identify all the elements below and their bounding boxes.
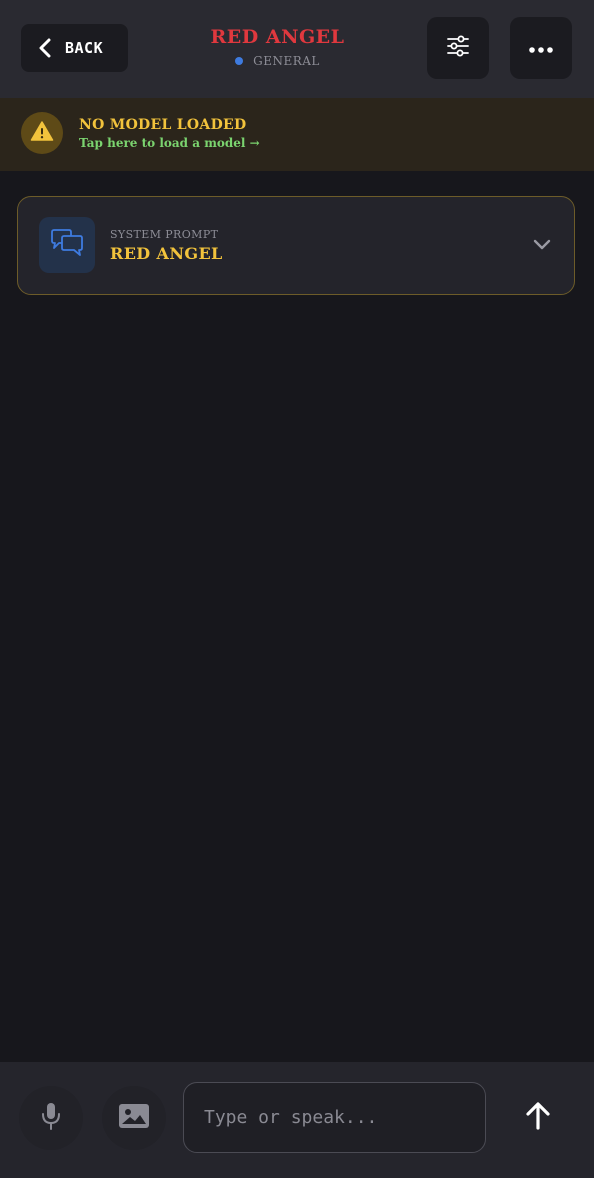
arrow-up-icon: [525, 1101, 551, 1135]
back-button[interactable]: BACK: [21, 24, 128, 72]
message-input-box[interactable]: [183, 1082, 486, 1153]
more-options-button[interactable]: [510, 17, 572, 79]
page-title: RED ANGEL: [210, 26, 345, 48]
chevron-left-icon: [37, 38, 57, 58]
category-indicator: GENERAL: [170, 54, 385, 68]
chat-bubbles-icon: [49, 228, 85, 262]
banner-title: NO MODEL LOADED: [79, 117, 247, 133]
image-icon: [118, 1103, 150, 1133]
category-label: GENERAL: [253, 54, 320, 68]
warning-icon-badge: [21, 112, 63, 154]
message-input[interactable]: [204, 1107, 465, 1128]
system-prompt-card[interactable]: SYSTEM PROMPT RED ANGEL: [17, 196, 575, 295]
load-model-link[interactable]: Tap here to load a model →: [79, 136, 260, 150]
microphone-icon: [40, 1101, 62, 1135]
prompt-icon-badge: [39, 217, 95, 273]
send-button[interactable]: [506, 1086, 570, 1150]
back-label: BACK: [65, 39, 104, 57]
system-prompt-value: RED ANGEL: [110, 244, 223, 263]
top-bar: BACK RED ANGEL GENERAL: [0, 0, 594, 98]
system-prompt-label: SYSTEM PROMPT: [110, 228, 219, 241]
chat-header: RED ANGEL GENERAL: [170, 26, 385, 68]
composer-bar: [0, 1062, 594, 1178]
status-dot: [235, 57, 244, 65]
warning-icon: [30, 120, 54, 146]
sliders-icon: [446, 35, 470, 61]
settings-button[interactable]: [427, 17, 489, 79]
no-model-banner[interactable]: NO MODEL LOADED Tap here to load a model…: [0, 98, 594, 171]
attach-image-button[interactable]: [102, 1086, 166, 1150]
microphone-button[interactable]: [19, 1086, 83, 1150]
more-horizontal-icon: [528, 39, 554, 58]
chevron-down-icon[interactable]: [532, 235, 552, 255]
